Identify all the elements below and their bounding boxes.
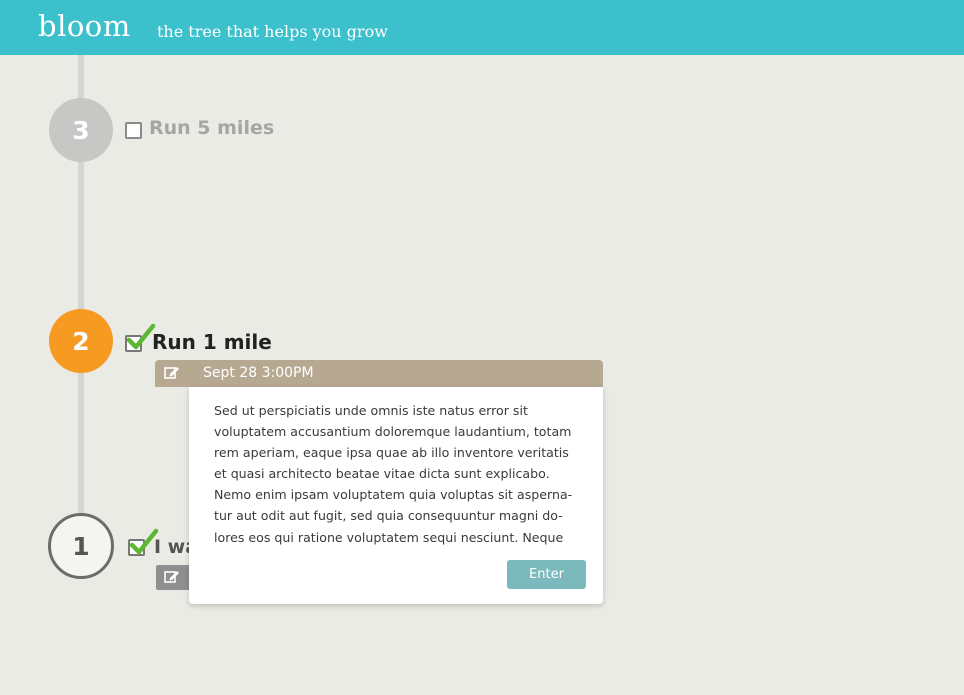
note-text-line: rem aperiam, eaque ipsa quae ab illo inv… — [214, 445, 569, 461]
task-label-3[interactable]: Run 5 miles — [149, 117, 274, 139]
task-label-2[interactable]: Run 1 mile — [152, 330, 272, 354]
note-text-line: voluptatem accusantium doloremque laudan… — [214, 424, 572, 440]
note-popup: Sed ut perspiciatis unde omnis iste natu… — [189, 387, 603, 604]
task-checkbox-3[interactable] — [125, 122, 142, 139]
note-text-line: lores eos qui ratione voluptatem sequi n… — [214, 529, 564, 545]
timeline-node-1[interactable]: 1 — [48, 513, 114, 579]
app-header: bloom the tree that helps you grow — [0, 0, 964, 55]
app-logo[interactable]: bloom — [38, 9, 131, 43]
timeline-node-3[interactable]: 3 — [49, 98, 113, 162]
enter-button[interactable]: Enter — [507, 560, 586, 589]
edit-icon — [164, 571, 179, 583]
note-text[interactable]: Sed ut perspiciatis unde omnis iste natu… — [214, 400, 586, 550]
timeline-node-2[interactable]: 2 — [49, 309, 113, 373]
app-tagline: the tree that helps you grow — [157, 22, 388, 41]
note-text-line: et quasi architecto beatae vitae dicta s… — [214, 466, 550, 482]
edit-icon[interactable] — [164, 366, 180, 380]
note-date: Sept 28 3:00PM — [203, 365, 314, 381]
note-text-line: tur aut odit aut fugit, sed quia consequ… — [214, 508, 563, 524]
note-text-line: Nemo enim ipsam voluptatem quia voluptas… — [214, 487, 573, 503]
note-popup-header: Sept 28 3:00PM — [155, 360, 603, 387]
note-text-line: Sed ut perspiciatis unde omnis iste natu… — [214, 403, 528, 418]
